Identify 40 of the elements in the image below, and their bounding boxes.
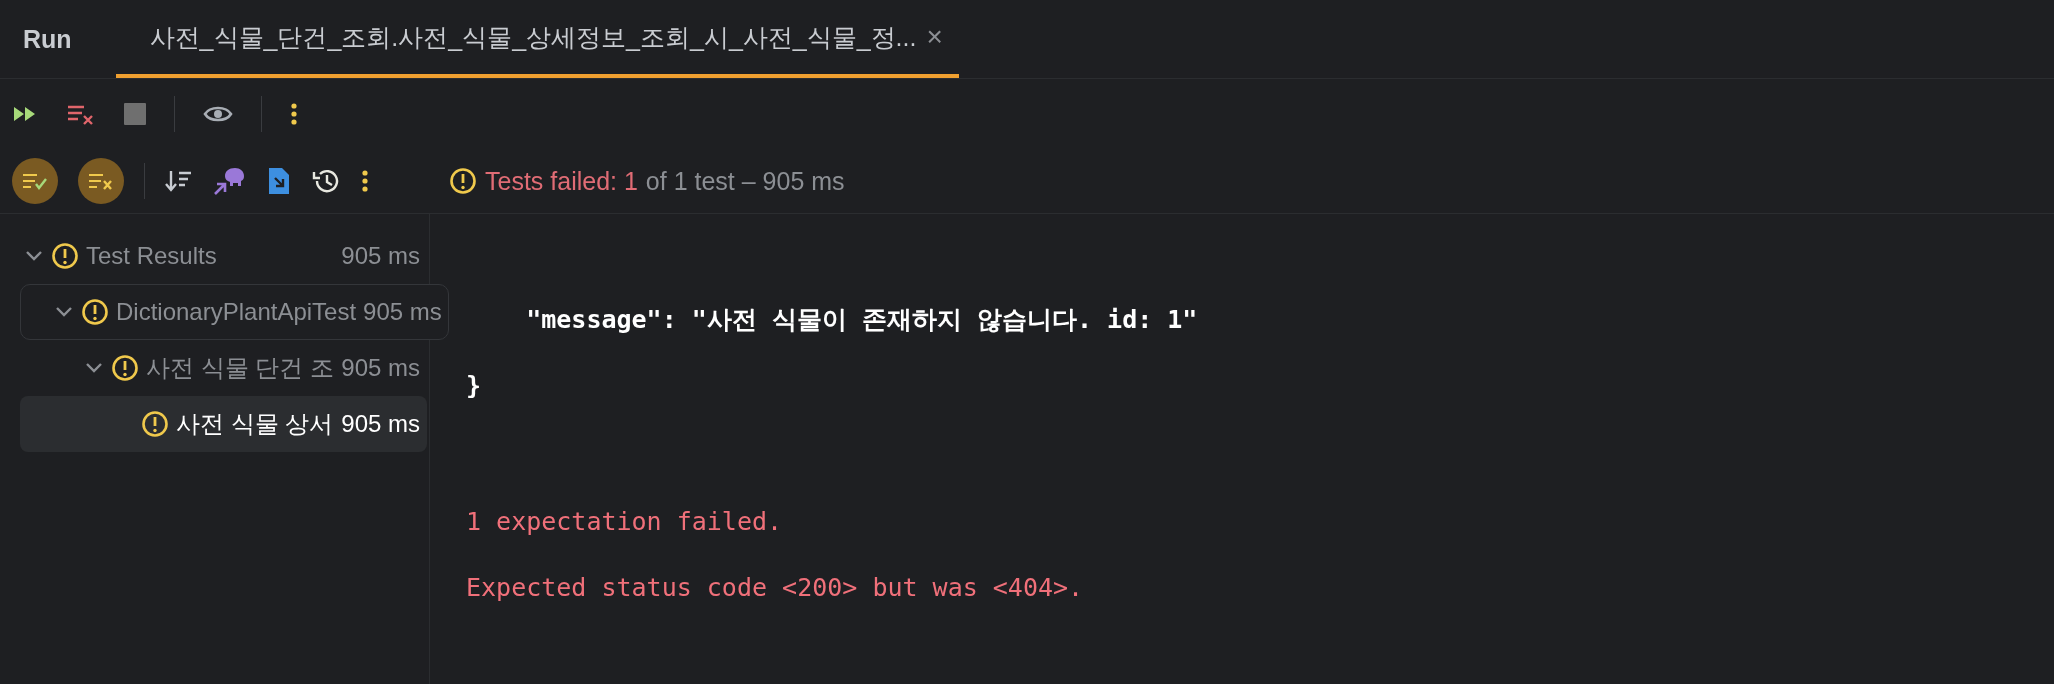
test-duration: 905 ms [341, 354, 420, 382]
warning-icon [449, 167, 477, 195]
elephant-arrow-icon[interactable] [213, 166, 247, 196]
close-icon[interactable]: × [926, 21, 943, 53]
show-failed-toggle[interactable] [78, 158, 124, 204]
test-name: Test Results [86, 242, 217, 270]
warning-icon [81, 298, 109, 326]
warning-icon [141, 410, 169, 438]
more-icon[interactable] [290, 102, 298, 126]
eye-icon[interactable] [203, 104, 233, 124]
failed-count: Tests failed: 1 [485, 166, 638, 196]
history-icon[interactable] [311, 167, 341, 195]
sort-icon[interactable] [165, 169, 193, 193]
more-icon[interactable] [361, 169, 369, 193]
test-name: 사전 식물 단건 조 [146, 353, 334, 383]
error-line: Expected status code <200> but was <404>. [466, 571, 1084, 604]
chevron-icon[interactable] [55, 306, 73, 318]
console-line: } [466, 369, 482, 402]
chevron-icon[interactable] [85, 362, 103, 374]
chevron-icon[interactable] [25, 250, 43, 262]
test-name: 사전 식물 상서 [176, 409, 334, 439]
show-passed-toggle[interactable] [12, 158, 58, 204]
export-file-icon[interactable] [267, 166, 291, 196]
list-check-icon [22, 171, 48, 191]
tree-row[interactable]: 사전 식물 단건 조 905 ms [20, 340, 427, 396]
warning-icon [111, 354, 139, 382]
warning-icon [51, 242, 79, 270]
test-name: DictionaryPlantApiTest [116, 298, 357, 326]
test-duration: 905 ms [341, 410, 420, 438]
tree-row[interactable]: DictionaryPlantApiTest 905 ms [20, 284, 449, 340]
run-tab[interactable]: 사전_식물_단건_조회.사전_식물_상세정보_조회_시_사전_식물_정... × [115, 0, 959, 78]
error-line: 1 expectation failed. [466, 505, 783, 538]
console-line: "message": "사전 식물이 존재하지 않습니다. id: 1" [525, 303, 1198, 336]
tree-row[interactable]: 사전 식물 상서 905 ms [20, 396, 427, 452]
test-duration: 905 ms [341, 242, 420, 270]
list-cross-icon [88, 171, 114, 191]
tree-row[interactable]: Test Results 905 ms [20, 228, 427, 284]
test-duration: 905 ms [363, 298, 442, 326]
panel-title: Run [22, 24, 73, 54]
test-summary: of 1 test – 905 ms [645, 166, 845, 196]
